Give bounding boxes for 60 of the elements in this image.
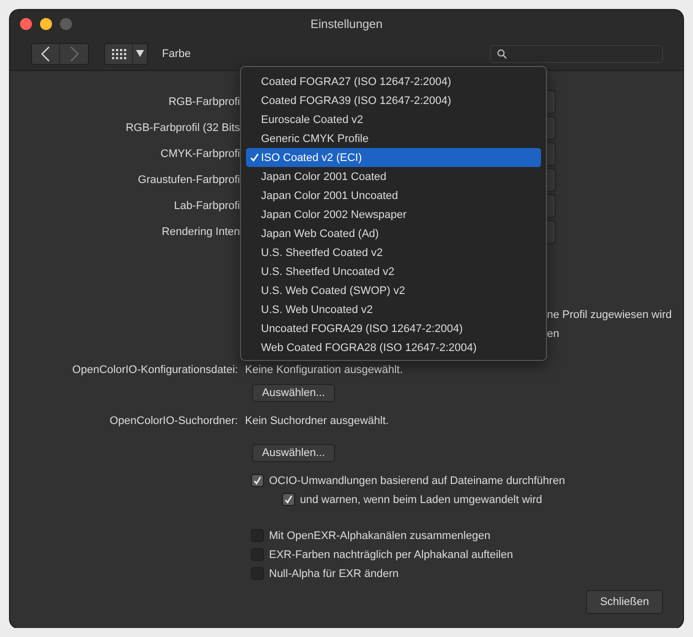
menu-item[interactable]: Coated FOGRA39 (ISO 12647-2:2004) <box>246 91 541 110</box>
menu-item[interactable]: Web Coated FOGRA28 (ISO 12647-2:2004) <box>246 338 541 357</box>
zoom-window-button[interactable] <box>60 18 72 30</box>
menu-item[interactable]: Coated FOGRA27 (ISO 12647-2:2004) <box>246 72 541 91</box>
popup-button[interactable] <box>546 168 556 192</box>
search-field[interactable] <box>490 44 663 62</box>
section-title: Farbe <box>162 48 191 60</box>
grid-icon <box>110 48 126 60</box>
popup-button[interactable] <box>546 194 556 218</box>
menu-item[interactable]: U.S. Sheetfed Uncoated v2 <box>246 262 541 281</box>
minimize-window-button[interactable] <box>40 18 52 30</box>
checkmark-icon <box>284 495 293 504</box>
field-label: Graustufen-Farbprofi <box>136 174 240 186</box>
field-label: CMYK-Farbprofi <box>160 148 240 160</box>
field-label: Lab-Farbprofi <box>172 200 240 212</box>
popup-button[interactable] <box>546 116 556 140</box>
search-icon <box>497 48 507 58</box>
checkbox[interactable] <box>251 474 264 487</box>
menu-item[interactable]: Japan Web Coated (Ad) <box>246 224 541 243</box>
grid-view-button[interactable] <box>105 44 133 64</box>
popup-button[interactable] <box>546 90 556 114</box>
field-value: Kein Suchordner ausgewählt. <box>245 415 389 427</box>
close-window-button[interactable] <box>20 18 32 30</box>
checkmark-icon <box>250 153 259 162</box>
menu-item[interactable]: ISO Coated v2 (ECI) <box>246 148 541 167</box>
menu-item[interactable]: Japan Color 2001 Coated <box>246 167 541 186</box>
field-label: RGB-Farbprofil (32 Bits <box>124 122 240 134</box>
option-label: en <box>547 326 560 342</box>
caret-icon <box>136 50 144 57</box>
checkbox[interactable] <box>282 493 295 506</box>
checkbox-label: OCIO-Umwandlungen basierend auf Dateiname durchführen <box>269 474 565 486</box>
menu-item[interactable]: U.S. Web Uncoated v2 <box>246 300 541 319</box>
chevron-left-icon <box>39 44 52 62</box>
field-label: OpenColorIO-Konfigurationsdatei: <box>71 364 239 376</box>
checkmark-icon <box>253 476 262 485</box>
popup-button[interactable] <box>546 220 556 244</box>
field-value: Keine Konfiguration ausgewählt. <box>245 364 403 376</box>
chevron-right-icon <box>68 44 80 62</box>
dropdown-button[interactable] <box>133 44 147 64</box>
menu-item[interactable]: Uncoated FOGRA29 (ISO 12647-2:2004) <box>246 319 541 338</box>
menu-item[interactable]: Japan Color 2002 Newspaper <box>246 205 541 224</box>
field-label: RGB-Farbprofi <box>167 96 240 108</box>
choose-button[interactable]: Auswählen... <box>252 384 335 402</box>
choose-button[interactable]: Auswählen... <box>252 444 335 462</box>
close-button[interactable]: Schließen <box>586 590 663 614</box>
checkbox-label: Mit OpenEXR-Alphakanälen zusammenlegen <box>269 530 490 542</box>
menu-item[interactable]: U.S. Sheetfed Coated v2 <box>246 243 541 262</box>
field-label: Rendering Inten <box>160 226 240 238</box>
back-button[interactable] <box>32 44 60 64</box>
checkbox-label: EXR-Farben nachträglich per Alphakanal aufteilen <box>269 548 513 560</box>
window-title: Einstellungen <box>310 16 383 30</box>
option-label: ne Profil zugewiesen wird <box>547 308 673 322</box>
checkbox-label: Null-Alpha für EXR ändern <box>269 568 399 580</box>
menu-item[interactable]: Euroscale Coated v2 <box>246 110 541 129</box>
menu-item[interactable]: U.S. Web Coated (SWOP) v2 <box>246 281 541 300</box>
checkbox-label: und warnen, wenn beim Laden umgewandelt wird <box>300 494 542 506</box>
menu-item[interactable]: Japan Color 2001 Uncoated <box>246 186 541 205</box>
popup-button[interactable] <box>546 142 556 166</box>
menu-item[interactable]: Generic CMYK Profile <box>246 129 541 148</box>
field-label: OpenColorIO-Suchordner: <box>108 415 239 427</box>
